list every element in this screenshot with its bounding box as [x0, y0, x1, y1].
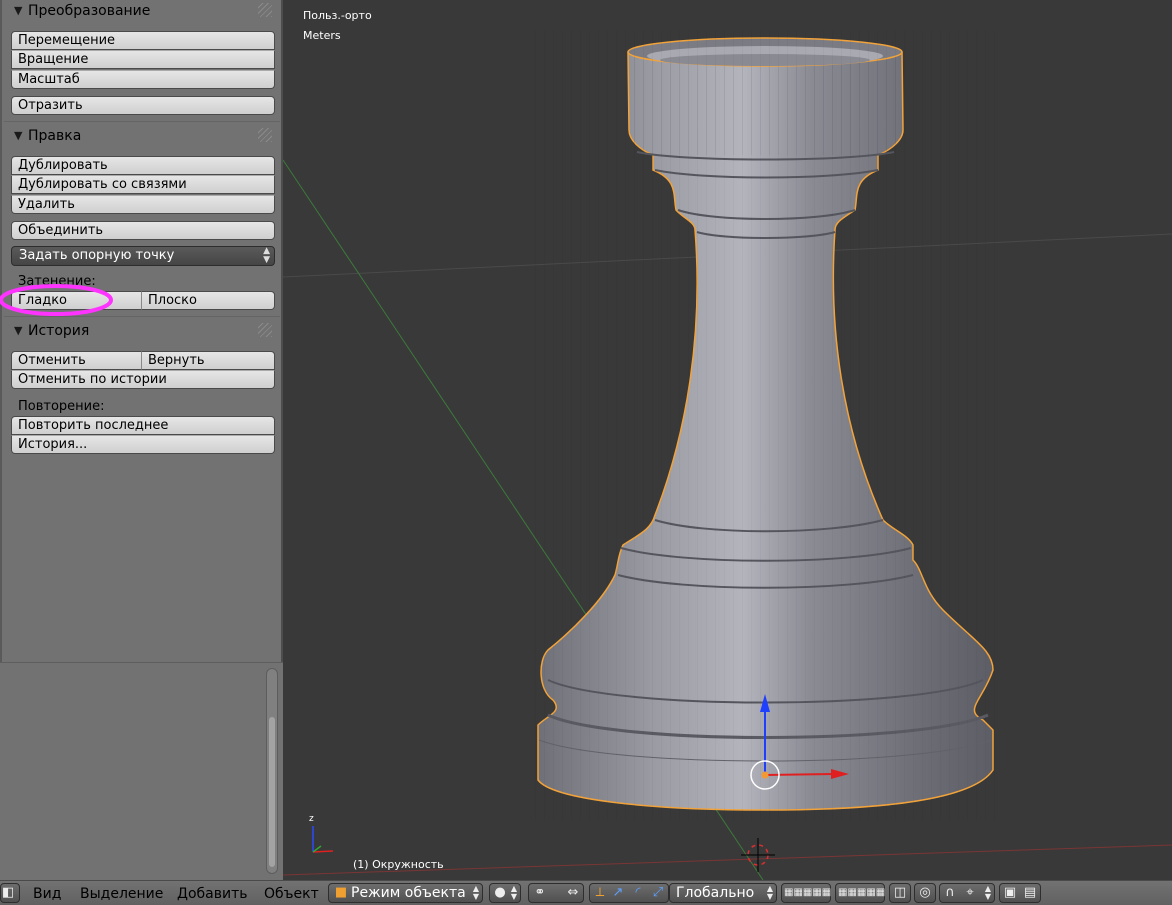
translate-icon: ↗ — [612, 885, 624, 900]
limit-selection-icon: ⇔ — [567, 885, 579, 900]
collapse-triangle-icon[interactable]: ▼ — [14, 129, 22, 142]
undo-button[interactable]: Отменить — [11, 351, 142, 370]
rotate-icon: ◜ — [635, 885, 641, 900]
dropdown-arrows-icon: ▲ ▼ — [510, 884, 517, 901]
scale-icon: ⤢ — [652, 885, 664, 900]
orientation-label: Глобально — [676, 885, 755, 901]
menu-select[interactable]: Выделение — [80, 886, 163, 902]
drag-grip-icon[interactable] — [258, 128, 272, 142]
mode-label: Режим объекта — [351, 885, 466, 901]
orientation-selector[interactable]: Глобально ▲ ▼ — [669, 883, 777, 903]
panel-title-history: История — [28, 323, 90, 339]
camera-icon: ▣ — [1003, 885, 1017, 900]
pivot-and-limit-buttons[interactable]: ⚭ ⇔ — [528, 883, 584, 903]
layers-group-2[interactable]: ▦▦▦▦▦ — [835, 883, 885, 903]
annotation-ellipse — [0, 284, 113, 316]
clapper-icon: ▤ — [1023, 885, 1037, 900]
set-origin-label: Задать опорную точку — [19, 248, 175, 263]
dropdown-arrows-icon: ▲ ▼ — [766, 884, 773, 901]
shade-flat-button[interactable]: Плоско — [141, 291, 275, 310]
editor-type-button[interactable]: ◧ — [0, 883, 20, 903]
dropdown-arrows-icon: ▲ ▼ — [263, 246, 270, 265]
layers-icon: ▦▦▦▦▦ — [838, 887, 886, 898]
axis-z-label: z — [309, 814, 314, 824]
dropdown-arrows-icon: ▲ ▼ — [472, 884, 479, 901]
sphere-icon: ● — [494, 885, 506, 900]
panel-title-transform: Преобразование — [28, 3, 151, 19]
mode-selector[interactable]: ■ Режим объекта ▲ ▼ — [328, 883, 483, 903]
lock-icon: ◫ — [893, 885, 907, 900]
3d-viewport[interactable]: Польз.-орто Meters z (1) Окружность — [283, 0, 1172, 880]
menu-object[interactable]: Объект — [264, 886, 319, 902]
object-mode-icon: ■ — [334, 885, 348, 900]
viewport-header: ◧ Вид Выделение Добавить Объект ■ Режим … — [0, 880, 1172, 905]
mirror-button[interactable]: Отразить — [11, 96, 275, 115]
layers-group-1[interactable]: ▦▦▦▦▦ — [781, 883, 831, 903]
3d-cursor-icon[interactable] — [741, 838, 775, 872]
duplicate-linked-button[interactable]: Дублировать со связями — [11, 175, 275, 194]
panel-header-edit[interactable]: ▼ Правка — [4, 126, 278, 148]
panel-divider — [4, 121, 280, 122]
scene-canvas — [283, 30, 1172, 880]
collapse-triangle-icon[interactable]: ▼ — [14, 4, 22, 17]
collapse-triangle-icon[interactable]: ▼ — [14, 324, 22, 337]
set-origin-dropdown[interactable]: Задать опорную точку ▲ ▼ — [11, 246, 275, 266]
panel-header-transform[interactable]: ▼ Преобразование — [4, 1, 278, 23]
layers-icon: ▦▦▦▦▦ — [784, 887, 832, 898]
move-button[interactable]: Перемещение — [11, 31, 275, 50]
menu-view[interactable]: Вид — [33, 886, 61, 902]
rook-model[interactable] — [533, 30, 1003, 820]
manipulator-buttons[interactable]: ⟂ ↗ ◜ ⤢ — [589, 883, 669, 903]
delete-button[interactable]: Удалить — [11, 195, 275, 214]
rotate-button[interactable]: Вращение — [11, 50, 275, 69]
panel-header-history[interactable]: ▼ История — [4, 321, 278, 343]
repeat-last-button[interactable]: Повторить последнее — [11, 416, 275, 435]
drag-grip-icon[interactable] — [258, 323, 272, 337]
duplicate-button[interactable]: Дублировать — [11, 156, 275, 175]
tool-shelf: ▼ Преобразование Перемещение Вращение Ма… — [0, 0, 283, 880]
join-button[interactable]: Объединить — [11, 221, 275, 240]
menu-add[interactable]: Добавить — [177, 886, 247, 902]
shelf-scrollbar[interactable] — [266, 668, 278, 874]
proportional-edit-icon: ◎ — [919, 885, 931, 900]
proportional-edit-button[interactable]: ◎ — [914, 883, 936, 903]
snap-element-icon: ⌖ — [966, 885, 974, 900]
render-buttons[interactable]: ▣ ▤ — [999, 883, 1041, 903]
redo-button[interactable]: Вернуть — [141, 351, 275, 370]
cube-icon: ◧ — [2, 885, 15, 900]
shelf-lower-region — [0, 662, 283, 880]
panel-title-edit: Правка — [28, 128, 82, 144]
lock-layers-button[interactable]: ◫ — [889, 883, 911, 903]
snap-buttons[interactable]: ∩ ⌖ ▲ ▼ — [939, 883, 995, 903]
repeat-label: Повторение: — [18, 399, 105, 414]
axis-indicator — [312, 826, 334, 853]
active-object-label: (1) Окружность — [353, 858, 444, 871]
magnet-icon: ∩ — [945, 885, 955, 900]
manipulator-icon: ⟂ — [595, 885, 605, 900]
viewport-shading-selector[interactable]: ● ▲ ▼ — [489, 883, 521, 903]
undo-history-button[interactable]: Отменить по истории — [11, 370, 275, 389]
panel-divider — [4, 316, 280, 317]
drag-grip-icon[interactable] — [258, 3, 272, 17]
repeat-history-button[interactable]: История... — [11, 435, 275, 454]
pivot-icon: ⚭ — [534, 885, 546, 900]
scale-button[interactable]: Масштаб — [11, 70, 275, 89]
dropdown-arrows-icon: ▲ ▼ — [984, 884, 991, 901]
scrollbar-thumb[interactable] — [269, 717, 275, 867]
